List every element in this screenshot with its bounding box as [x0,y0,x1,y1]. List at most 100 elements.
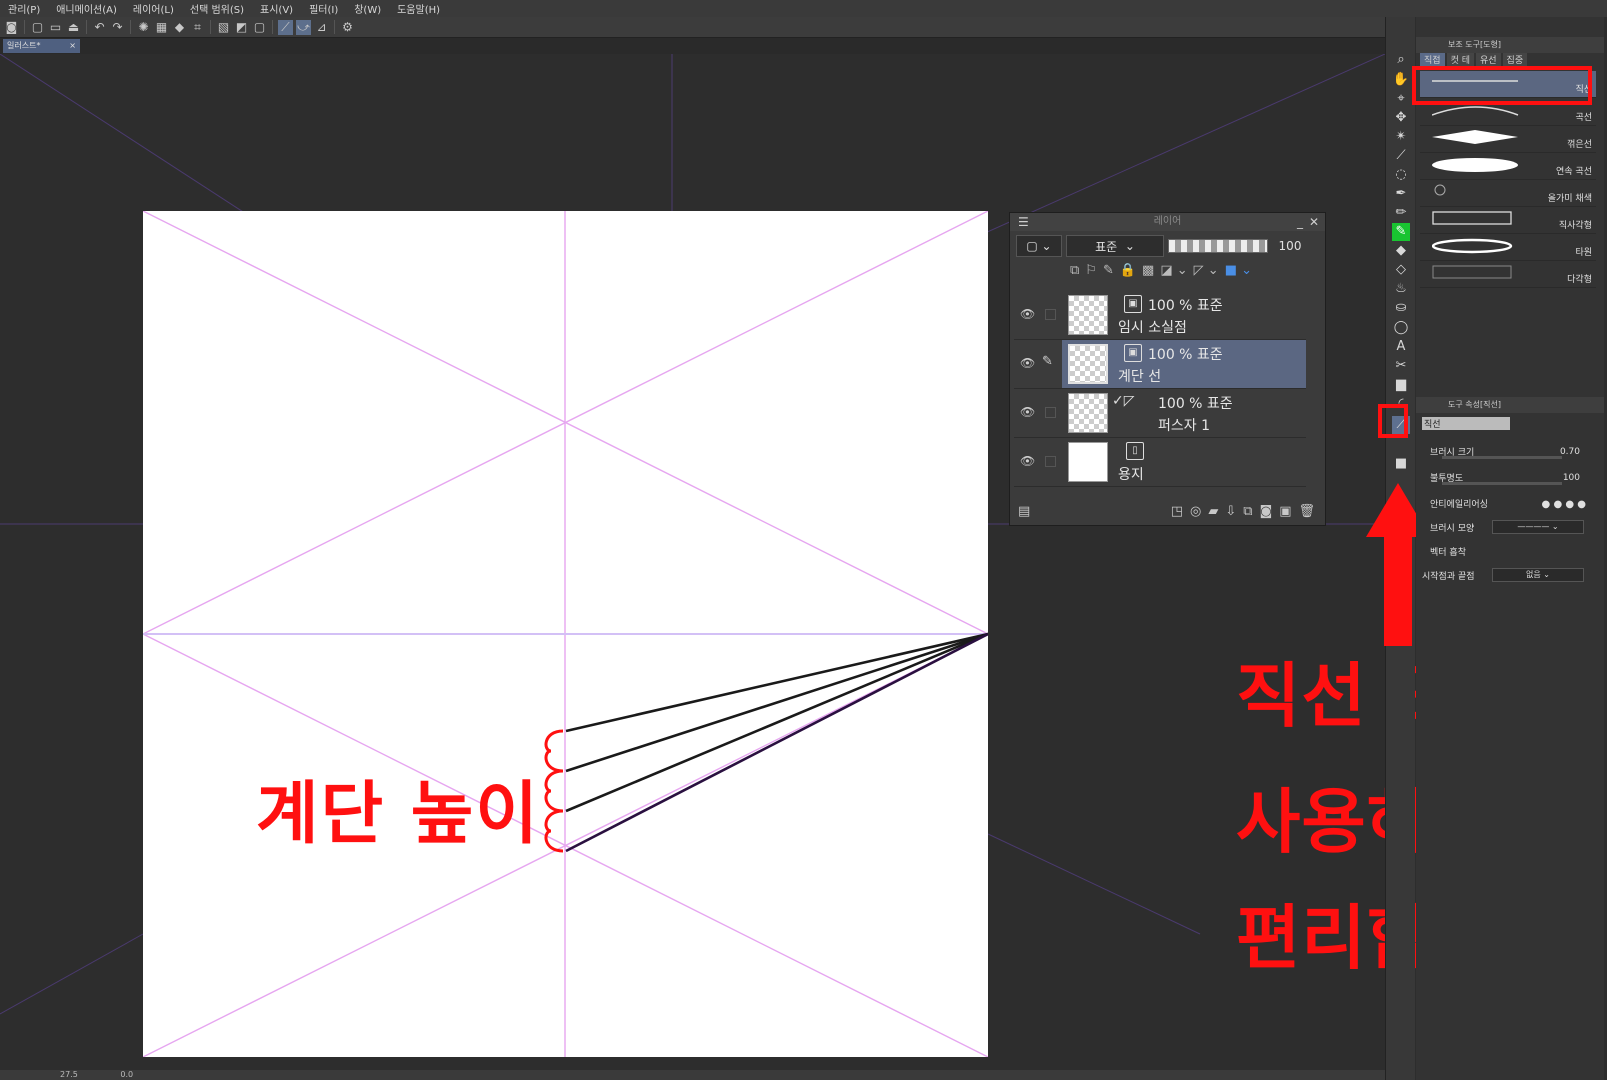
open-file-icon[interactable]: ▭ [48,20,63,35]
settings-icon[interactable]: ⚙ [340,20,355,35]
eye-icon[interactable]: 👁 [1020,307,1036,321]
opacity-slider[interactable] [1168,239,1268,253]
blend-mode-select[interactable]: 표준 ⌄ [1066,235,1164,257]
layer-row-stair-lines[interactable]: 👁 ✎ ▣ 100 % 표준 계단 선 [1014,340,1306,389]
deselect-icon[interactable]: ▧ [216,20,231,35]
brush-shape-select[interactable]: ———— ⌄ [1492,520,1584,534]
eye-icon[interactable]: 👁 [1020,356,1036,370]
opacity-slider[interactable] [1442,482,1562,485]
new-folder-icon[interactable]: ▰ [1208,504,1218,519]
snap-grid-icon[interactable]: ⊿ [314,20,329,35]
opacity-input[interactable]: 100 [1272,235,1308,257]
brush-lasso-fill[interactable]: 올가미 채색 [1420,180,1596,207]
menu-animation[interactable]: 애니메이션(A) [48,1,125,16]
menu-view[interactable]: 표시(V) [252,1,301,16]
transform-icon[interactable]: ⌗ [190,20,205,35]
start-end-select[interactable]: 없음 ⌄ [1492,568,1584,582]
pen-icon[interactable]: ✒ [1392,185,1410,203]
snap-special-ruler-icon[interactable]: ⤻ [296,19,311,35]
layer-select-checkbox[interactable] [1045,456,1056,467]
panel-menu-icon[interactable]: ☰ [1018,213,1029,231]
layer-row-temp-vanishing[interactable]: 👁 ▣ 100 % 표준 임시 소실점 [1014,291,1306,340]
balloon-icon[interactable]: ◯ [1392,319,1410,337]
close-icon[interactable]: × [69,39,76,53]
hand-icon[interactable]: ✋ [1392,71,1410,89]
tool-property-header[interactable]: 도구 속성[직선] [1416,397,1604,413]
drawing-paper[interactable] [143,211,988,1057]
antialias-row[interactable]: 안티에일리어싱 ● ● ● ● [1422,493,1594,515]
draft-layer-icon[interactable]: ✎ [1103,263,1114,278]
layer-panel-title-bar[interactable]: 레이어 ☰ _ ✕ [1010,213,1325,231]
brush-curve[interactable]: 곡선 [1420,99,1596,126]
selection-border-icon[interactable]: ▢ [252,20,267,35]
fill-icon[interactable]: ◆ [172,20,187,35]
brush-ellipse[interactable]: 타원 [1420,234,1596,261]
text-icon[interactable]: A [1392,338,1410,356]
menu-filter[interactable]: 필터(I) [301,1,346,16]
new-file-icon[interactable]: ▢ [30,20,45,35]
brush-icon[interactable]: ✎ [1392,223,1410,241]
blend-color-select[interactable]: ▢ ⌄ [1016,235,1062,257]
color-swatch-icon[interactable]: ■ [1392,455,1410,473]
loading-icon[interactable]: ✺ [136,20,151,35]
layer-row-body[interactable]: ✓◸ 100 % 표준 퍼스자 1 [1062,389,1306,437]
layer-row-body[interactable]: ▣ 100 % 표준 계단 선 [1062,340,1306,388]
eye-icon[interactable]: 👁 [1020,405,1036,419]
layer-property-icon[interactable]: ▤ [1018,504,1030,519]
layer-row-body[interactable]: ▯ 용지 [1062,438,1306,486]
layer-row-perspective[interactable]: 👁 ✓◸ 100 % 표준 퍼스자 1 [1014,389,1306,438]
eyedropper-icon[interactable]: ⟋ [1392,147,1410,165]
trash-icon[interactable]: 🗑 [1298,504,1315,519]
save-icon[interactable]: ⏏ [66,20,81,35]
menu-manage[interactable]: 관리(P) [0,1,48,16]
eraser-icon[interactable]: ◇ [1392,261,1410,279]
rotation-value[interactable]: 0.0 [120,1070,133,1079]
menu-selection[interactable]: 선택 범위(S) [182,1,252,16]
selection-icon[interactable]: ✴ [1392,128,1410,146]
mask-layer-icon[interactable]: ◙ [1260,504,1273,519]
menu-window[interactable]: 창(W) [346,1,389,16]
layer-select-checkbox[interactable] [1045,309,1056,320]
redo-icon[interactable]: ↷ [110,20,125,35]
fill-icon[interactable]: ⛀ [1392,299,1410,317]
mask-icon[interactable]: ◪ ⌄ [1160,263,1187,278]
lasso-icon[interactable]: ◌ [1392,166,1410,184]
gradient-icon[interactable]: ▆ [1392,376,1410,394]
correct-line-icon[interactable]: ✂ [1392,357,1410,375]
merge-down-icon[interactable]: ⧉ [1243,504,1252,519]
close-icon[interactable]: ✕ [1309,213,1319,231]
sub-tool-header[interactable]: 보조 도구[도형] [1416,37,1604,53]
apply-mask-icon[interactable]: ▣ [1279,504,1291,519]
airbrush-icon[interactable]: ◆ [1392,242,1410,260]
vector-snap-row[interactable]: 벡터 흡착 [1422,541,1594,563]
zoom-value[interactable]: 27.5 [60,1070,78,1079]
new-vector-layer-icon[interactable]: ◎ [1190,504,1201,519]
blend-icon[interactable]: ♨ [1392,280,1410,298]
brush-shape-row[interactable]: 브러시 모양 ———— ⌄ [1422,517,1594,539]
snap-ruler-icon[interactable]: ⟋ [278,19,293,35]
undo-icon[interactable]: ↶ [92,20,107,35]
brush-rectangle[interactable]: 직사각형 [1420,207,1596,234]
layer-color-icon[interactable]: ■ ⌄ [1225,263,1252,278]
invert-selection-icon[interactable]: ◩ [234,20,249,35]
lock-transparent-icon[interactable]: ▩ [1142,263,1154,278]
move-icon[interactable]: ✥ [1392,109,1410,127]
antialias-options[interactable]: ● ● ● ● [1542,499,1586,510]
lock-icon[interactable]: 🔒 [1120,263,1136,278]
brush-polyline[interactable]: 꺾은선 [1420,126,1596,153]
clear-icon[interactable]: ▦ [154,20,169,35]
canvas-workspace[interactable]: 계단 높이 [0,54,1385,1070]
document-tab[interactable]: 일러스트* × [3,39,80,53]
ruler-icon[interactable]: ◸ ⌄ [1194,263,1219,278]
brush-polygon[interactable]: 다각형 [1420,261,1596,288]
menu-layer[interactable]: 레이어(L) [125,1,182,16]
opacity-value[interactable]: 100 [1563,473,1580,483]
brush-size-slider[interactable] [1442,456,1562,459]
brush-continuous-curve[interactable]: 연속 곡선 [1420,153,1596,180]
reference-layer-icon[interactable]: ⚐ [1085,263,1097,278]
new-raster-layer-icon[interactable]: ◳ [1171,504,1183,519]
start-end-row[interactable]: 시작점과 끝점 없음 ⌄ [1422,565,1594,587]
eye-icon[interactable]: 👁 [1020,454,1036,468]
app-icon[interactable]: ◙ [4,20,19,35]
layer-row-body[interactable]: ▣ 100 % 표준 임시 소실점 [1062,291,1306,339]
